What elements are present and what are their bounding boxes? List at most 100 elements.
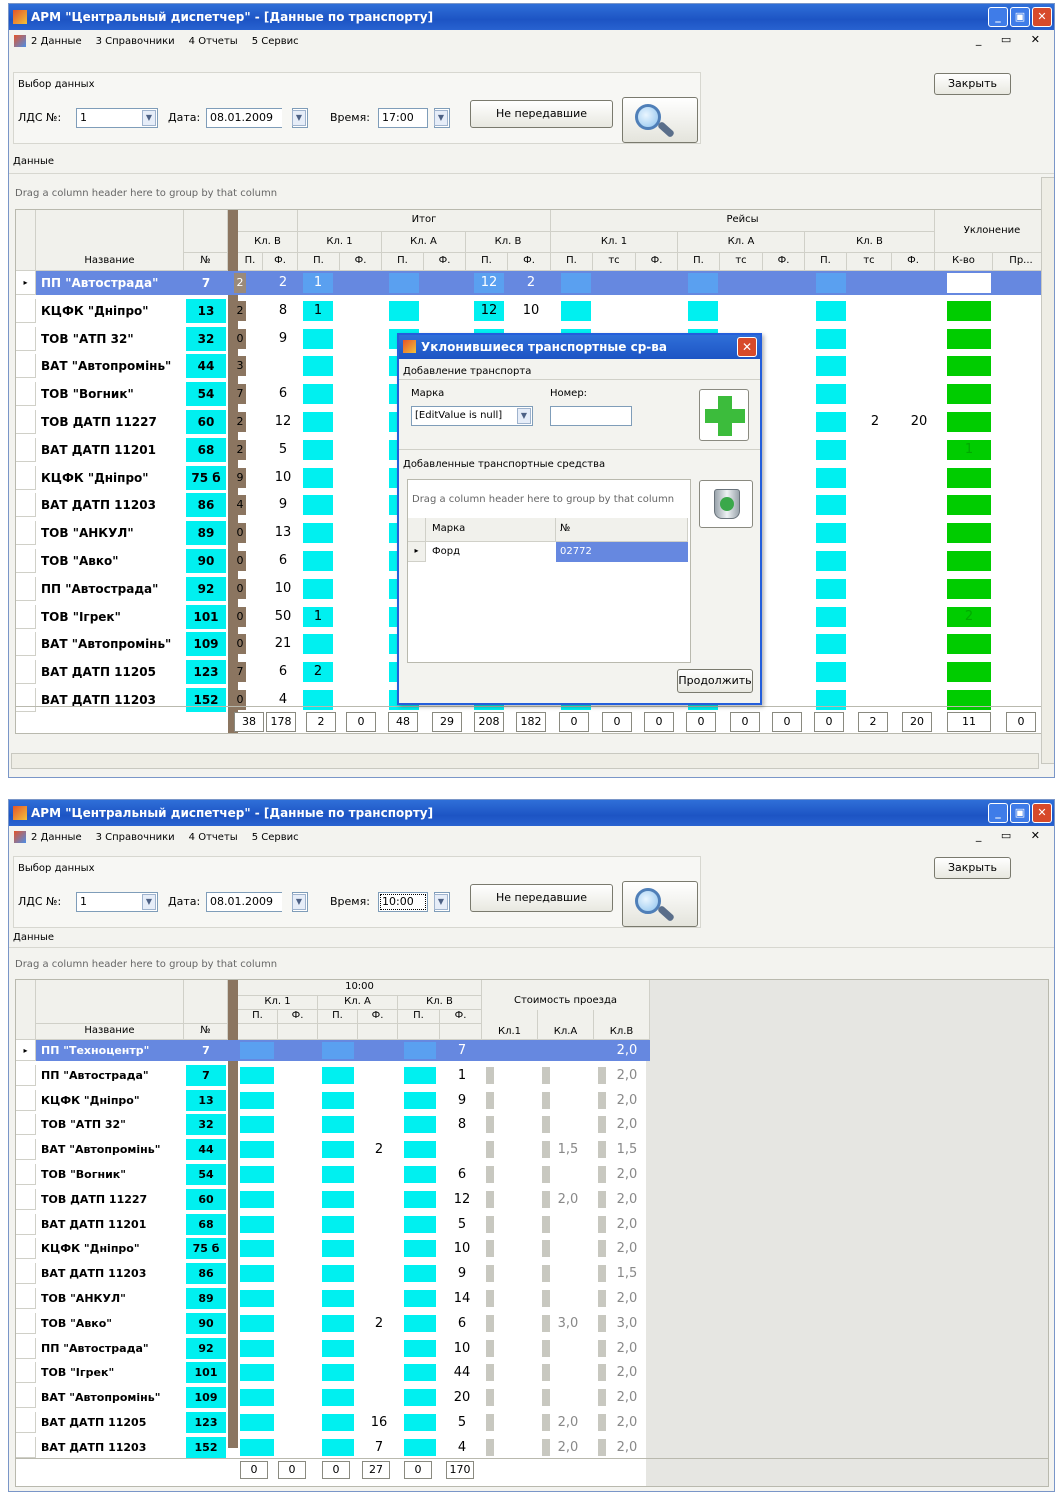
cell-4[interactable] (404, 1166, 436, 1183)
cell-8[interactable] (598, 1240, 606, 1258)
cell-b[interactable]: 8 (268, 300, 298, 321)
cell-x6[interactable] (688, 273, 718, 293)
org-name[interactable]: ВАТ ДАТП 11201 (38, 1214, 182, 1235)
cell-a[interactable]: 2 (234, 273, 246, 293)
cell-0[interactable] (240, 1116, 274, 1134)
cell-x1[interactable] (348, 384, 378, 405)
cell-bf[interactable]: 14 (446, 1290, 478, 1307)
row-selector[interactable]: ▸ (16, 1040, 36, 1061)
cell-k[interactable] (947, 328, 991, 349)
cell-1[interactable] (280, 1290, 314, 1307)
cell-k[interactable] (947, 634, 991, 655)
cell-4[interactable] (404, 1414, 436, 1431)
cell-x1[interactable] (348, 273, 378, 293)
cell-7[interactable] (542, 1215, 550, 1233)
cell-x9[interactable] (816, 467, 846, 488)
org-number[interactable]: 44 (186, 1139, 226, 1161)
org-name[interactable]: ПП "Техноцентр" (38, 1040, 182, 1061)
cell-g[interactable] (858, 273, 892, 293)
chevron-down-icon[interactable]: ▼ (434, 110, 448, 126)
cell-x4[interactable] (604, 273, 634, 293)
row-selector[interactable] (16, 410, 36, 434)
cell-7[interactable] (542, 1166, 550, 1183)
cell-g[interactable] (858, 662, 892, 683)
cell-x1[interactable] (348, 578, 378, 599)
cell-h[interactable] (902, 606, 936, 627)
org-name[interactable]: ТОВ "АНКУЛ" (38, 1288, 182, 1309)
cell-x1[interactable] (348, 662, 378, 683)
org-name[interactable]: ВАТ "Автопромінь" (38, 632, 182, 656)
cell-pr[interactable] (1006, 690, 1046, 710)
col-name-header[interactable]: Название (36, 1024, 184, 1040)
cell-8[interactable] (598, 1389, 606, 1407)
cell-af[interactable]: 7 (362, 1438, 396, 1456)
row-number[interactable]: 02772 (556, 542, 688, 562)
cell-x8[interactable] (772, 300, 802, 321)
cell-b[interactable]: 6 (268, 551, 298, 571)
org-number[interactable]: 60 (186, 1188, 226, 1210)
leaf-header-f[interactable]: Ф. (892, 253, 935, 271)
cell-x8[interactable] (772, 606, 802, 627)
cell-1[interactable] (280, 1042, 314, 1059)
cell-2[interactable] (322, 1166, 354, 1183)
cell-g[interactable] (858, 495, 892, 516)
cell-4[interactable] (404, 1438, 436, 1456)
cell-h[interactable] (902, 356, 936, 377)
cell-c[interactable]: 1 (303, 606, 333, 627)
menu-reports[interactable]: 4 Отчеты (189, 832, 238, 843)
org-number[interactable]: 152 (186, 688, 226, 712)
cell-1[interactable] (280, 1141, 314, 1159)
cell-2[interactable] (322, 1091, 354, 1109)
cell-bf[interactable]: 9 (446, 1265, 478, 1283)
cell-x7[interactable] (732, 273, 762, 293)
time-dropdown[interactable]: ▼ (434, 108, 450, 128)
leaf-header-p[interactable]: П. (382, 253, 424, 271)
org-name[interactable]: ТОВ "Вогник" (38, 1164, 182, 1185)
cell-6[interactable] (486, 1066, 494, 1084)
org-number[interactable]: 60 (186, 410, 226, 434)
org-name[interactable]: ПП "Автострада" (38, 271, 182, 295)
cell-x2[interactable] (389, 273, 419, 293)
cell-7[interactable] (542, 1141, 550, 1159)
org-number[interactable]: 54 (186, 1164, 226, 1185)
leaf-header-p[interactable]: П. (466, 253, 508, 271)
cell-x9[interactable] (816, 662, 846, 683)
menu-service[interactable]: 5 Сервис (252, 832, 299, 843)
org-number[interactable]: 89 (186, 521, 226, 546)
minimize-button[interactable]: _ (988, 803, 1008, 823)
cell-pr[interactable] (1006, 328, 1046, 349)
cell-x8[interactable] (772, 634, 802, 655)
cell-af[interactable]: 2 (362, 1314, 396, 1332)
cell-8[interactable] (598, 1438, 606, 1456)
cell-k[interactable]: 1 (947, 439, 991, 460)
cell-g[interactable] (858, 328, 892, 349)
cell-4[interactable] (404, 1290, 436, 1307)
org-number[interactable]: 109 (186, 632, 226, 657)
row-selector[interactable] (16, 1164, 36, 1185)
cell-6[interactable] (486, 1091, 494, 1109)
cell-x9[interactable] (816, 412, 846, 432)
row-selector[interactable] (16, 382, 36, 407)
leaf-header-ckB[interactable]: Кл.В (594, 1010, 650, 1040)
row-selector[interactable]: ▸ (16, 271, 36, 295)
cell-h[interactable]: 20 (902, 412, 936, 432)
org-name[interactable]: ТОВ "АТП 32" (38, 327, 182, 351)
leaf-header-p[interactable]: П. (805, 253, 847, 271)
cell-af[interactable] (362, 1364, 396, 1382)
row-selector[interactable] (16, 465, 36, 490)
cell-4[interactable] (404, 1190, 436, 1208)
org-number[interactable]: 7 (186, 271, 226, 295)
cell-b[interactable]: 2 (268, 273, 298, 293)
cell-x8[interactable] (772, 662, 802, 683)
cell-b[interactable]: 10 (268, 578, 298, 599)
cell-4[interactable] (404, 1042, 436, 1059)
cell-0[interactable] (240, 1364, 274, 1382)
cell-c[interactable] (303, 328, 333, 349)
cell-2[interactable] (322, 1265, 354, 1283)
org-name[interactable]: ПП "Автострада" (38, 577, 182, 601)
cell-af[interactable] (362, 1290, 396, 1307)
brand-combo[interactable]: [EditValue is null] ▼ (411, 406, 533, 426)
cell-0[interactable] (240, 1190, 274, 1208)
cell-x5[interactable] (646, 273, 676, 293)
lds-combo[interactable]: 1 ▼ (76, 892, 158, 912)
